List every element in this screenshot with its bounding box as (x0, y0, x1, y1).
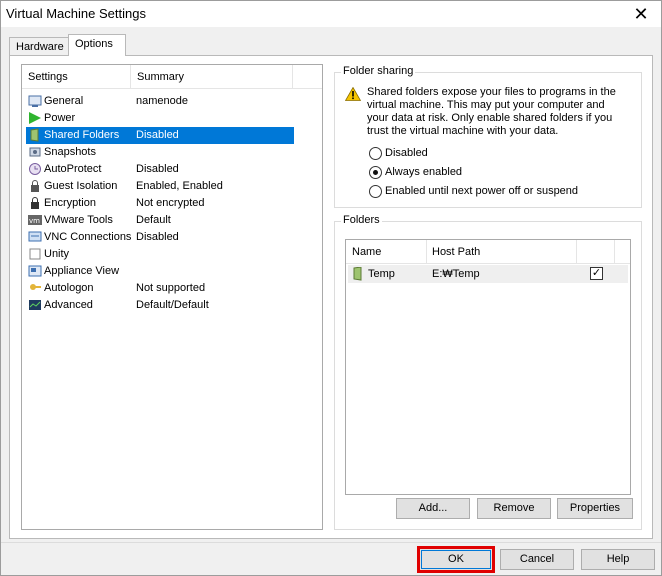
guest-isolation-icon (31, 180, 39, 192)
settings-item-label: Power (44, 112, 76, 124)
folder-sharing-title: Folder sharing (341, 65, 416, 77)
settings-list[interactable]: Settings Summary General namenode Power … (21, 64, 323, 530)
settings-item-appliance-view[interactable]: Appliance View (26, 263, 294, 280)
radio-button[interactable] (369, 185, 382, 198)
window-title: Virtual Machine Settings (6, 6, 146, 21)
appliance-view-icon (28, 265, 42, 277)
column-divider[interactable] (426, 240, 427, 264)
close-button[interactable]: ✕ (627, 3, 655, 25)
settings-item-vnc-connections[interactable]: VNC Connections Disabled (26, 229, 294, 246)
settings-item-unity[interactable]: Unity (26, 246, 294, 263)
settings-item-label: Guest Isolation (44, 180, 118, 192)
settings-item-summary: namenode (136, 95, 188, 107)
settings-item-shared-folders[interactable]: Shared Folders Disabled (26, 127, 294, 144)
add-folder-button[interactable]: Add... (396, 498, 470, 519)
shared-folder-icon (353, 267, 362, 281)
radio-label[interactable]: Disabled (385, 147, 428, 159)
settings-item-summary: Enabled, Enabled (136, 180, 223, 192)
ok-button-label[interactable]: OK (421, 550, 491, 569)
column-divider[interactable] (292, 65, 293, 89)
help-button[interactable]: Help (581, 549, 655, 570)
settings-item-summary: Default/Default (136, 299, 209, 311)
autologon-icon (30, 284, 41, 290)
folders-title: Folders (341, 214, 382, 226)
settings-item-autoprotect[interactable]: AutoProtect Disabled (26, 161, 294, 178)
encryption-icon (31, 197, 39, 209)
settings-item-summary: Not encrypted (136, 197, 205, 209)
settings-item-snapshots[interactable]: Snapshots (26, 144, 294, 161)
settings-item-power[interactable]: Power (26, 110, 294, 127)
settings-item-general[interactable]: General namenode (26, 93, 294, 110)
folder-sharing-warning: Shared folders expose your files to prog… (367, 86, 616, 137)
footer-divider (1, 542, 661, 543)
settings-item-guest-isolation[interactable]: Guest Isolation Enabled, Enabled (26, 178, 294, 195)
radio-label[interactable]: Enabled until next power off or suspend (385, 185, 578, 197)
column-header-name[interactable]: Name (352, 246, 381, 258)
settings-item-advanced[interactable]: Advanced Default/Default (26, 297, 294, 314)
options-panel: Settings Summary General namenode Power … (9, 55, 653, 539)
settings-item-summary: Not supported (136, 282, 206, 294)
folder-sharing-group: Folder sharing Shared folders expose you… (334, 65, 642, 208)
column-divider[interactable] (614, 240, 615, 264)
settings-item-summary: Disabled (136, 129, 179, 141)
snapshots-icon (29, 147, 41, 157)
tab-hardware[interactable]: Hardware (9, 37, 69, 56)
power-icon (29, 112, 41, 124)
shared-folders-icon (30, 128, 39, 142)
advanced-icon (29, 300, 41, 310)
settings-item-label: Autologon (44, 282, 94, 294)
column-header-host-path[interactable]: Host Path (432, 246, 480, 258)
tab-options[interactable]: Options (68, 34, 126, 56)
settings-item-label: Encryption (44, 197, 96, 209)
svg-text:vm: vm (29, 217, 40, 225)
remove-folder-button[interactable]: Remove (477, 498, 551, 519)
autoprotect-icon (29, 163, 41, 175)
radio-button[interactable] (369, 147, 382, 160)
settings-item-summary: Default (136, 214, 171, 226)
settings-list-header: Settings Summary (22, 65, 322, 89)
settings-item-vmware-tools[interactable]: vm VMware Tools Default (26, 212, 294, 229)
folder-name: Temp (368, 268, 395, 280)
folder-row[interactable]: Temp E:₩Temp ✓ (348, 265, 628, 283)
settings-item-autologon[interactable]: Autologon Not supported (26, 280, 294, 297)
warning-icon (345, 87, 361, 101)
settings-item-label: Advanced (44, 299, 93, 311)
general-icon (28, 95, 42, 107)
vmware-tools-icon: vm (28, 215, 42, 225)
radio-always-enabled[interactable]: Always enabled (369, 165, 629, 181)
settings-item-label: General (44, 95, 84, 107)
folder-enabled-checkbox[interactable]: ✓ (590, 267, 603, 280)
folder-properties-button[interactable]: Properties (557, 498, 633, 519)
settings-item-label: VNC Connections (44, 231, 132, 243)
folder-host-path: E:₩Temp (432, 268, 480, 280)
settings-item-label: Unity (44, 248, 70, 260)
ok-button[interactable]: OK (417, 546, 495, 573)
unity-icon (29, 248, 41, 260)
cancel-button[interactable]: Cancel (500, 549, 574, 570)
column-divider[interactable] (576, 240, 577, 264)
radio-label[interactable]: Always enabled (385, 166, 462, 178)
settings-item-summary: Disabled (136, 231, 179, 243)
column-header-settings[interactable]: Settings (28, 71, 68, 83)
settings-item-label: Shared Folders (44, 129, 120, 141)
settings-item-label: Snapshots (44, 146, 96, 158)
folders-table[interactable]: Name Host Path Temp E:₩Temp ✓ (345, 239, 631, 495)
settings-item-label: Appliance View (44, 265, 120, 277)
virtual-machine-settings-window: Virtual Machine Settings ✕ Hardware Opti… (0, 0, 662, 576)
folders-table-header: Name Host Path (346, 240, 630, 264)
folders-group: Folders Name Host Path Temp E:₩Temp ✓ Ad… (334, 214, 642, 530)
radio-disabled[interactable]: Disabled (369, 146, 629, 162)
column-header-summary[interactable]: Summary (137, 71, 184, 83)
column-divider[interactable] (130, 65, 131, 89)
radio-enabled-until-power-off[interactable]: Enabled until next power off or suspend (369, 184, 629, 200)
settings-item-label: VMware Tools (44, 214, 113, 226)
settings-item-label: AutoProtect (44, 163, 102, 175)
radio-button[interactable] (369, 166, 382, 179)
settings-item-encryption[interactable]: Encryption Not encrypted (26, 195, 294, 212)
vnc-icon (28, 231, 42, 242)
title-bar: Virtual Machine Settings ✕ (1, 1, 661, 27)
settings-item-summary: Disabled (136, 163, 179, 175)
